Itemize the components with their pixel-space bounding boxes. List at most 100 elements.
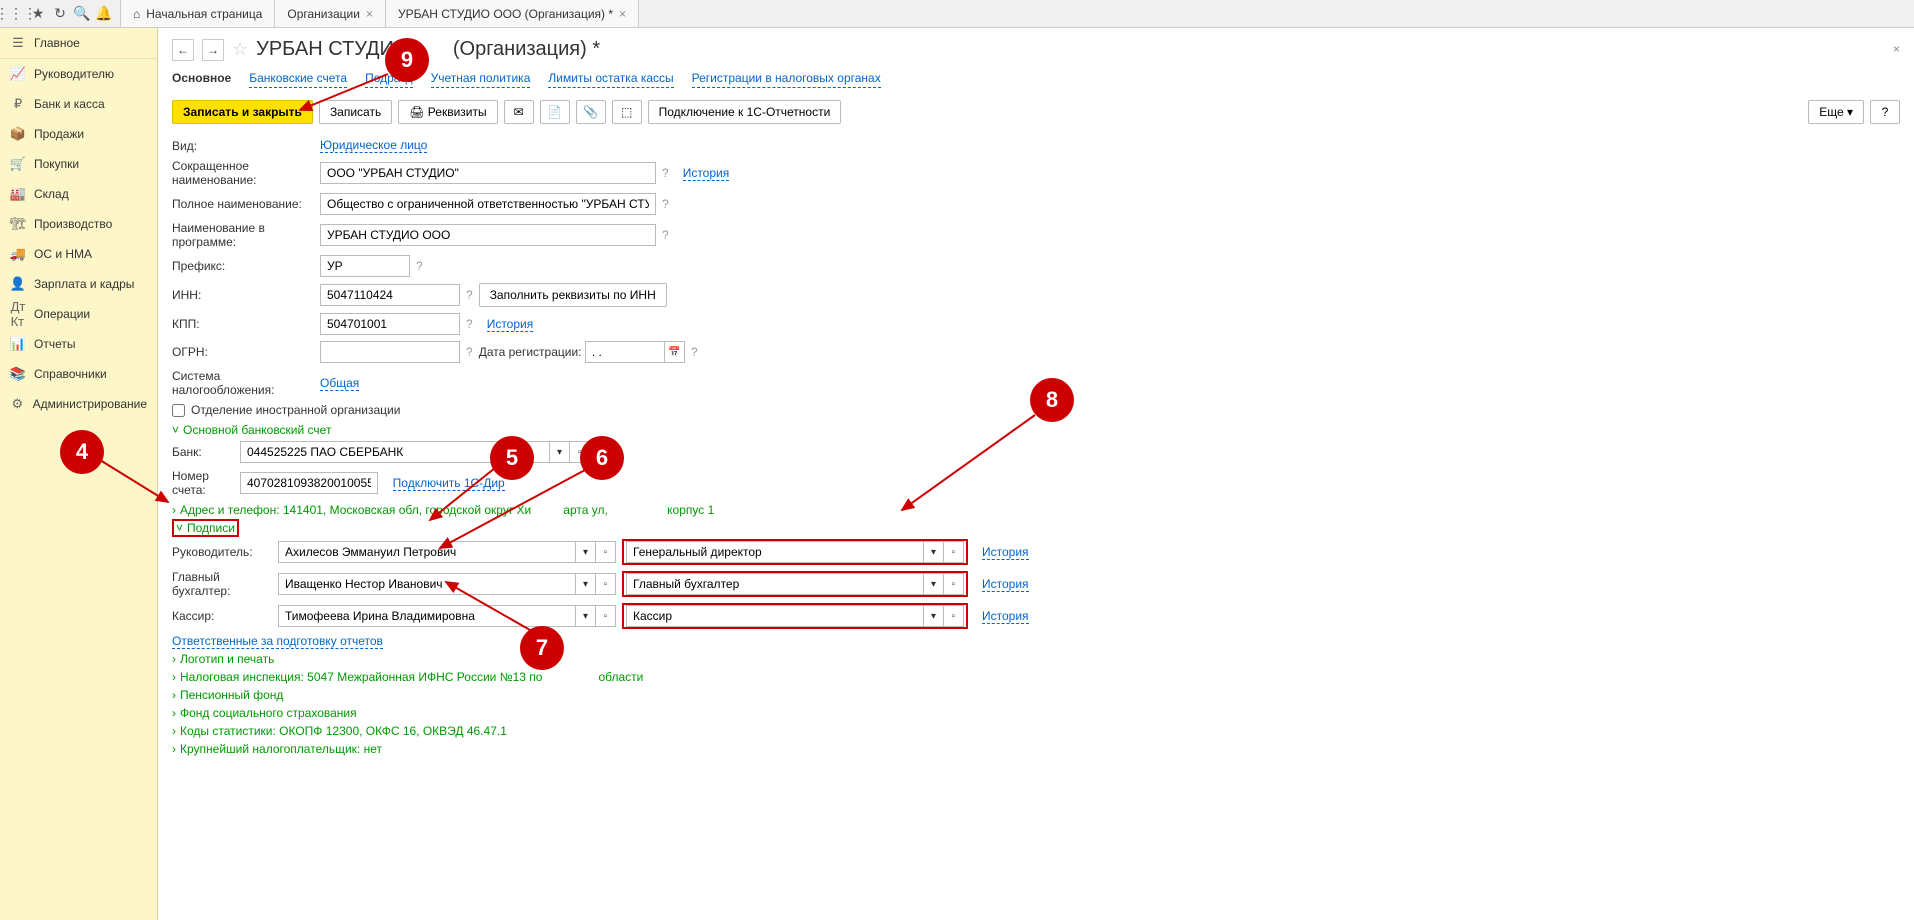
ruk-pos-input[interactable] xyxy=(626,541,924,563)
chevron-right-icon[interactable]: › xyxy=(172,688,176,702)
calendar-icon[interactable]: 📅 xyxy=(665,341,685,363)
chevron-down-icon[interactable]: ˅ xyxy=(176,521,183,535)
section-logo[interactable]: Логотип и печать xyxy=(180,652,274,666)
close-icon[interactable]: × xyxy=(366,7,373,21)
section-codes[interactable]: Коды статистики: ОКОПФ 12300, ОКФС 16, О… xyxy=(180,724,507,738)
vid-value[interactable]: Юридическое лицо xyxy=(320,138,427,153)
section-taxinsp[interactable]: Налоговая инспекция: 5047 Межрайонная ИФ… xyxy=(180,670,643,684)
doc-button[interactable]: 📄 xyxy=(540,100,570,124)
tab-urban-studio[interactable]: УРБАН СТУДИО ООО (Организация) * × xyxy=(386,0,639,27)
save-close-button[interactable]: Записать и закрыть xyxy=(172,100,313,124)
sidebar-item-production[interactable]: 🏗Производство xyxy=(0,209,157,239)
dropdown-icon[interactable]: ▾ xyxy=(550,441,570,463)
sidebar-item-purchases[interactable]: 🛒Покупки xyxy=(0,149,157,179)
acc-input[interactable] xyxy=(240,472,378,494)
edo-button[interactable]: ⬚ xyxy=(612,100,642,124)
open-icon[interactable]: ▫ xyxy=(944,541,964,563)
chevron-right-icon[interactable]: › xyxy=(172,724,176,738)
apps-icon[interactable]: ⋮⋮⋮ xyxy=(6,4,26,24)
subtab-limits[interactable]: Лимиты остатка кассы xyxy=(548,71,673,88)
cash-pos-input[interactable] xyxy=(626,605,924,627)
close-icon[interactable]: × xyxy=(1893,42,1900,56)
section-pens[interactable]: Пенсионный фонд xyxy=(180,688,283,702)
dropdown-icon[interactable]: ▾ xyxy=(576,605,596,627)
help-icon[interactable]: ? xyxy=(691,345,698,359)
history-link[interactable]: История xyxy=(982,577,1029,592)
history-link[interactable]: История xyxy=(683,166,730,181)
tab-home[interactable]: ⌂ Начальная страница xyxy=(120,0,275,27)
acc-input[interactable] xyxy=(278,573,576,595)
section-signs[interactable]: Подписи xyxy=(187,521,235,535)
help-icon[interactable]: ? xyxy=(662,197,669,211)
tax-value[interactable]: Общая xyxy=(320,376,359,391)
cash-input[interactable] xyxy=(278,605,576,627)
connect-1c-button[interactable]: Подключение к 1С-Отчетности xyxy=(648,100,842,124)
help-icon[interactable]: ? xyxy=(416,259,423,273)
more-button[interactable]: Еще ▾ xyxy=(1808,100,1864,124)
help-icon[interactable]: ? xyxy=(662,166,669,180)
inn-input[interactable] xyxy=(320,284,460,306)
sidebar-item-sales[interactable]: 📦Продажи xyxy=(0,119,157,149)
sidebar-item-main[interactable]: ☰Главное xyxy=(0,28,157,59)
open-icon[interactable]: ▫ xyxy=(944,605,964,627)
open-icon[interactable]: ▫ xyxy=(944,573,964,595)
back-button[interactable]: ← xyxy=(172,39,194,61)
help-icon[interactable]: ? xyxy=(466,288,473,302)
history-link[interactable]: История xyxy=(982,545,1029,560)
tab-organizations[interactable]: Организации × xyxy=(275,0,386,27)
kpp-input[interactable] xyxy=(320,313,460,335)
open-icon[interactable]: ▫ xyxy=(596,573,616,595)
section-big[interactable]: Крупнейший налогоплательщик: нет xyxy=(180,742,382,756)
chevron-right-icon[interactable]: › xyxy=(172,503,176,517)
dropdown-icon[interactable]: ▾ xyxy=(924,605,944,627)
email-button[interactable]: ✉ xyxy=(504,100,534,124)
open-icon[interactable]: ▫ xyxy=(596,605,616,627)
open-icon[interactable]: ▫ xyxy=(596,541,616,563)
sidebar-item-assets[interactable]: 🚚ОС и НМА xyxy=(0,239,157,269)
close-icon[interactable]: × xyxy=(619,7,626,21)
help-icon[interactable]: ? xyxy=(466,317,473,331)
dropdown-icon[interactable]: ▾ xyxy=(576,573,596,595)
connect-direct-link[interactable]: Подключить 1С-Дир xyxy=(393,476,505,491)
requisites-button[interactable]: 🖨 Реквизиты xyxy=(398,100,497,124)
short-input[interactable] xyxy=(320,162,656,184)
history-link[interactable]: История xyxy=(982,609,1029,624)
subtab-main[interactable]: Основное xyxy=(172,71,231,88)
prog-input[interactable] xyxy=(320,224,656,246)
history-icon[interactable]: ↻ xyxy=(50,4,70,24)
resp-link[interactable]: Ответственные за подготовку отчетов xyxy=(172,634,383,649)
section-soc[interactable]: Фонд социального страхования xyxy=(180,706,357,720)
star-icon[interactable]: ★ xyxy=(28,4,48,24)
chevron-right-icon[interactable]: › xyxy=(172,652,176,666)
chevron-right-icon[interactable]: › xyxy=(172,670,176,684)
search-icon[interactable]: 🔍 xyxy=(72,4,92,24)
sidebar-item-salary[interactable]: 👤Зарплата и кадры xyxy=(0,269,157,299)
fill-by-inn-button[interactable]: Заполнить реквизиты по ИНН xyxy=(479,283,667,307)
sidebar-item-bank[interactable]: ₽Банк и касса xyxy=(0,89,157,119)
favorite-star-icon[interactable]: ☆ xyxy=(232,39,248,60)
sidebar-item-manager[interactable]: 📈Руководителю xyxy=(0,59,157,89)
ruk-input[interactable] xyxy=(278,541,576,563)
chevron-right-icon[interactable]: › xyxy=(172,742,176,756)
sidebar-item-warehouse[interactable]: 🏭Склад xyxy=(0,179,157,209)
dropdown-icon[interactable]: ▾ xyxy=(924,573,944,595)
section-bank[interactable]: Основной банковский счет xyxy=(183,423,331,437)
forward-button[interactable]: → xyxy=(202,39,224,61)
sidebar-item-admin[interactable]: ⚙Администрирование xyxy=(0,389,157,419)
dropdown-icon[interactable]: ▾ xyxy=(576,541,596,563)
help-icon[interactable]: ? xyxy=(466,345,473,359)
bell-icon[interactable]: 🔔 xyxy=(94,4,114,24)
foreign-checkbox[interactable] xyxy=(172,404,185,417)
sidebar-item-operations[interactable]: ДтКтОперации xyxy=(0,299,157,329)
dropdown-icon[interactable]: ▾ xyxy=(924,541,944,563)
prefix-input[interactable] xyxy=(320,255,410,277)
subtab-policy[interactable]: Учетная политика xyxy=(431,71,531,88)
full-input[interactable] xyxy=(320,193,656,215)
regdate-input[interactable] xyxy=(585,341,665,363)
chevron-down-icon[interactable]: ˅ xyxy=(172,423,179,437)
help-button[interactable]: ? xyxy=(1870,100,1900,124)
help-icon[interactable]: ? xyxy=(662,228,669,242)
subtab-bank[interactable]: Банковские счета xyxy=(249,71,347,88)
ogrn-input[interactable] xyxy=(320,341,460,363)
attach-button[interactable]: 📎 xyxy=(576,100,606,124)
